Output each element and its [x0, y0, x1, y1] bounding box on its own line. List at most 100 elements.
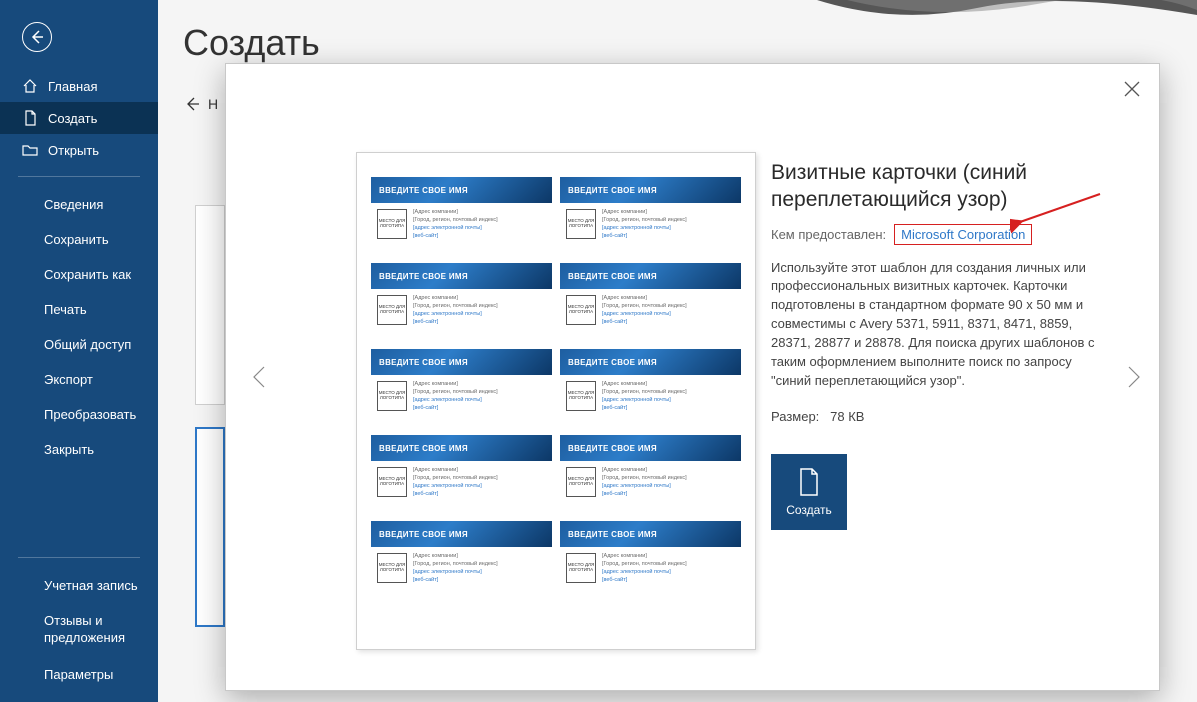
- card-line: [Адрес компании]: [413, 381, 548, 387]
- card-name: ВВЕДИТЕ СВОЕ ИМЯ: [560, 263, 741, 289]
- create-button[interactable]: Создать: [771, 454, 847, 530]
- back-button[interactable]: [22, 22, 52, 52]
- card-row: ВВЕДИТЕ СВОЕ ИМЯМЕСТО ДЛЯ ЛОГОТИПА[Адрес…: [371, 349, 741, 427]
- card-line: [веб-сайт]: [602, 405, 737, 411]
- card-line: [веб-сайт]: [413, 491, 548, 497]
- card-name: ВВЕДИТЕ СВОЕ ИМЯ: [560, 349, 741, 375]
- card-row: ВВЕДИТЕ СВОЕ ИМЯМЕСТО ДЛЯ ЛОГОТИПА[Адрес…: [371, 177, 741, 255]
- business-card: ВВЕДИТЕ СВОЕ ИМЯМЕСТО ДЛЯ ЛОГОТИПА[Адрес…: [371, 435, 552, 513]
- logo-placeholder: МЕСТО ДЛЯ ЛОГОТИПА: [566, 209, 596, 239]
- arrow-left-icon: [184, 96, 200, 112]
- card-line: [веб-сайт]: [413, 233, 548, 239]
- nav-divider: [18, 176, 140, 177]
- card-line: [Адрес компании]: [602, 467, 737, 473]
- template-thumbs: [195, 205, 225, 627]
- nav-label: Создать: [48, 111, 97, 126]
- card-name: ВВЕДИТЕ СВОЕ ИМЯ: [371, 349, 552, 375]
- card-line: [веб-сайт]: [602, 233, 737, 239]
- card-line: [веб-сайт]: [413, 405, 548, 411]
- card-lines: [Адрес компании] [Город, регион, почтовый…: [413, 467, 548, 511]
- card-row: ВВЕДИТЕ СВОЕ ИМЯМЕСТО ДЛЯ ЛОГОТИПА[Адрес…: [371, 521, 741, 599]
- logo-placeholder: МЕСТО ДЛЯ ЛОГОТИПА: [377, 209, 407, 239]
- card-line: [веб-сайт]: [413, 577, 548, 583]
- card-line: [Город, регион, почтовый индекс]: [602, 475, 737, 481]
- nav-saveas[interactable]: Сохранить как: [0, 257, 158, 292]
- nav-label: Главная: [48, 79, 97, 94]
- logo-placeholder: МЕСТО ДЛЯ ЛОГОТИПА: [566, 295, 596, 325]
- card-line: [адрес электронной почты]: [413, 483, 548, 489]
- card-line: [Город, регион, почтовый индекс]: [602, 389, 737, 395]
- nav-info[interactable]: Сведения: [0, 187, 158, 222]
- nav-save[interactable]: Сохранить: [0, 222, 158, 257]
- card-name: ВВЕДИТЕ СВОЕ ИМЯ: [371, 521, 552, 547]
- card-line: [Адрес компании]: [413, 553, 548, 559]
- card-lines: [Адрес компании][Город, регион, почтовый…: [413, 209, 548, 253]
- card-lines: [Адрес компании][Город, регион, почтовый…: [602, 553, 737, 597]
- provided-by-row: Кем предоставлен: Microsoft Corporation: [771, 224, 1111, 245]
- nav-share[interactable]: Общий доступ: [0, 327, 158, 362]
- close-button[interactable]: [1123, 80, 1141, 98]
- next-template-button[interactable]: [1119, 363, 1147, 391]
- card-name: ВВЕДИТЕ СВОЕ ИМЯ: [560, 521, 741, 547]
- business-card: ВВЕДИТЕ СВОЕ ИМЯ МЕСТО ДЛЯ ЛОГОТИПА [Адрес…: [560, 435, 741, 513]
- nav-close[interactable]: Закрыть: [0, 432, 158, 467]
- card-body: МЕСТО ДЛЯ ЛОГОТИПА[Адрес компании][Город…: [371, 375, 552, 427]
- logo-placeholder: МЕСТО ДЛЯ ЛОГОТИПА: [566, 381, 596, 411]
- card-line: [Адрес компании]: [602, 209, 737, 215]
- back-link[interactable]: Н: [184, 96, 218, 112]
- nav-transform[interactable]: Преобразовать: [0, 397, 158, 432]
- nav-print[interactable]: Печать: [0, 292, 158, 327]
- card-line: [Город, регион, почтовый индекс]: [602, 217, 737, 223]
- nav-options[interactable]: Параметры: [0, 657, 158, 692]
- card-line: [веб-сайт]: [602, 577, 737, 583]
- business-card: ВВЕДИТЕ СВОЕ ИМЯМЕСТО ДЛЯ ЛОГОТИПА[Адрес…: [560, 263, 741, 341]
- doc-icon: [797, 467, 821, 497]
- card-name: ВВЕДИТЕ СВОЕ ИМЯ: [560, 435, 741, 461]
- card-body: МЕСТО ДЛЯ ЛОГОТИПА [Адрес компании] [Город…: [560, 203, 741, 255]
- card-lines: [Адрес компании] [Город, регион, почтовый…: [602, 381, 737, 425]
- template-thumb[interactable]: [195, 205, 225, 405]
- card-lines: [Адрес компании][Город, регион, почтовый…: [413, 381, 548, 425]
- business-card: ВВЕДИТЕ СВОЕ ИМЯМЕСТО ДЛЯ ЛОГОТИПА[Адрес…: [560, 177, 741, 255]
- business-card: ВВЕДИТЕ СВОЕ ИМЯ МЕСТО ДЛЯ ЛОГОТИПА[Адрес…: [560, 521, 741, 599]
- provided-by-link[interactable]: Microsoft Corporation: [894, 224, 1032, 245]
- sidebar: Главная Создать Открыть Сведения Сохрани…: [0, 0, 158, 702]
- template-thumb-active[interactable]: [195, 427, 225, 627]
- folder-icon: [22, 142, 38, 158]
- card-line: [адрес электронной почты]: [602, 311, 737, 317]
- card-body: МЕСТО ДЛЯ ЛОГОТИПА[Адрес компании][Город…: [371, 547, 552, 599]
- size-label: Размер:: [771, 409, 819, 424]
- logo-placeholder: МЕСТО ДЛЯ ЛОГОТИПА: [566, 467, 596, 497]
- business-card: ВВЕДИТЕ СВОЕ ИМЯМЕСТО ДЛЯ ЛОГОТИПА[Адрес…: [371, 521, 552, 599]
- nav-feedback[interactable]: Отзывы и предложения: [0, 603, 158, 657]
- business-card: ВВЕДИТЕ СВОЕ ИМЯМЕСТО ДЛЯ ЛОГОТИПА[Адрес…: [371, 349, 552, 427]
- nav-open[interactable]: Открыть: [0, 134, 158, 166]
- card-line: [адрес электронной почты]: [413, 225, 548, 231]
- prev-template-button[interactable]: [246, 363, 274, 391]
- card-line: [Адрес компании]: [602, 381, 737, 387]
- page-title: Создать: [183, 22, 320, 64]
- nav-export[interactable]: Экспорт: [0, 362, 158, 397]
- card-line: [адрес электронной почты]: [602, 483, 737, 489]
- card-line: [веб-сайт]: [413, 319, 548, 325]
- template-modal: ВВЕДИТЕ СВОЕ ИМЯ МЕСТО ДЛЯ ЛОГОТИПА [Адрес…: [225, 63, 1160, 691]
- template-description: Используйте этот шаблон для создания лич…: [771, 259, 1111, 391]
- nav-home[interactable]: Главная: [0, 70, 158, 102]
- card-row: ВВЕДИТЕ СВОЕ ИМЯ МЕСТО ДЛЯ ЛОГОТИПА[Адрес…: [371, 263, 741, 341]
- card-line: [Город, регион, почтовый индекс]: [413, 561, 548, 567]
- size-value: 78 КВ: [830, 409, 864, 424]
- card-line: [Адрес компании]: [413, 467, 548, 473]
- logo-placeholder: МЕСТО ДЛЯ ЛОГОТИПА: [566, 553, 596, 583]
- header-decoration: [817, 0, 1197, 30]
- nav-divider: [18, 557, 140, 558]
- chevron-left-icon: [246, 363, 274, 391]
- close-icon: [1123, 80, 1141, 98]
- card-line: [Город, регион, почтовый индекс]: [413, 475, 548, 481]
- card-body: МЕСТО ДЛЯ ЛОГОТИПА[Адрес компании][Город…: [371, 203, 552, 255]
- card-line: [адрес электронной почты]: [413, 311, 548, 317]
- card-line: [веб-сайт]: [602, 319, 737, 325]
- nav-create[interactable]: Создать: [0, 102, 158, 134]
- card-body: МЕСТО ДЛЯ ЛОГОТИПА[Адрес компании][Город…: [371, 289, 552, 341]
- create-button-label: Создать: [786, 503, 832, 517]
- nav-account[interactable]: Учетная запись: [0, 568, 158, 603]
